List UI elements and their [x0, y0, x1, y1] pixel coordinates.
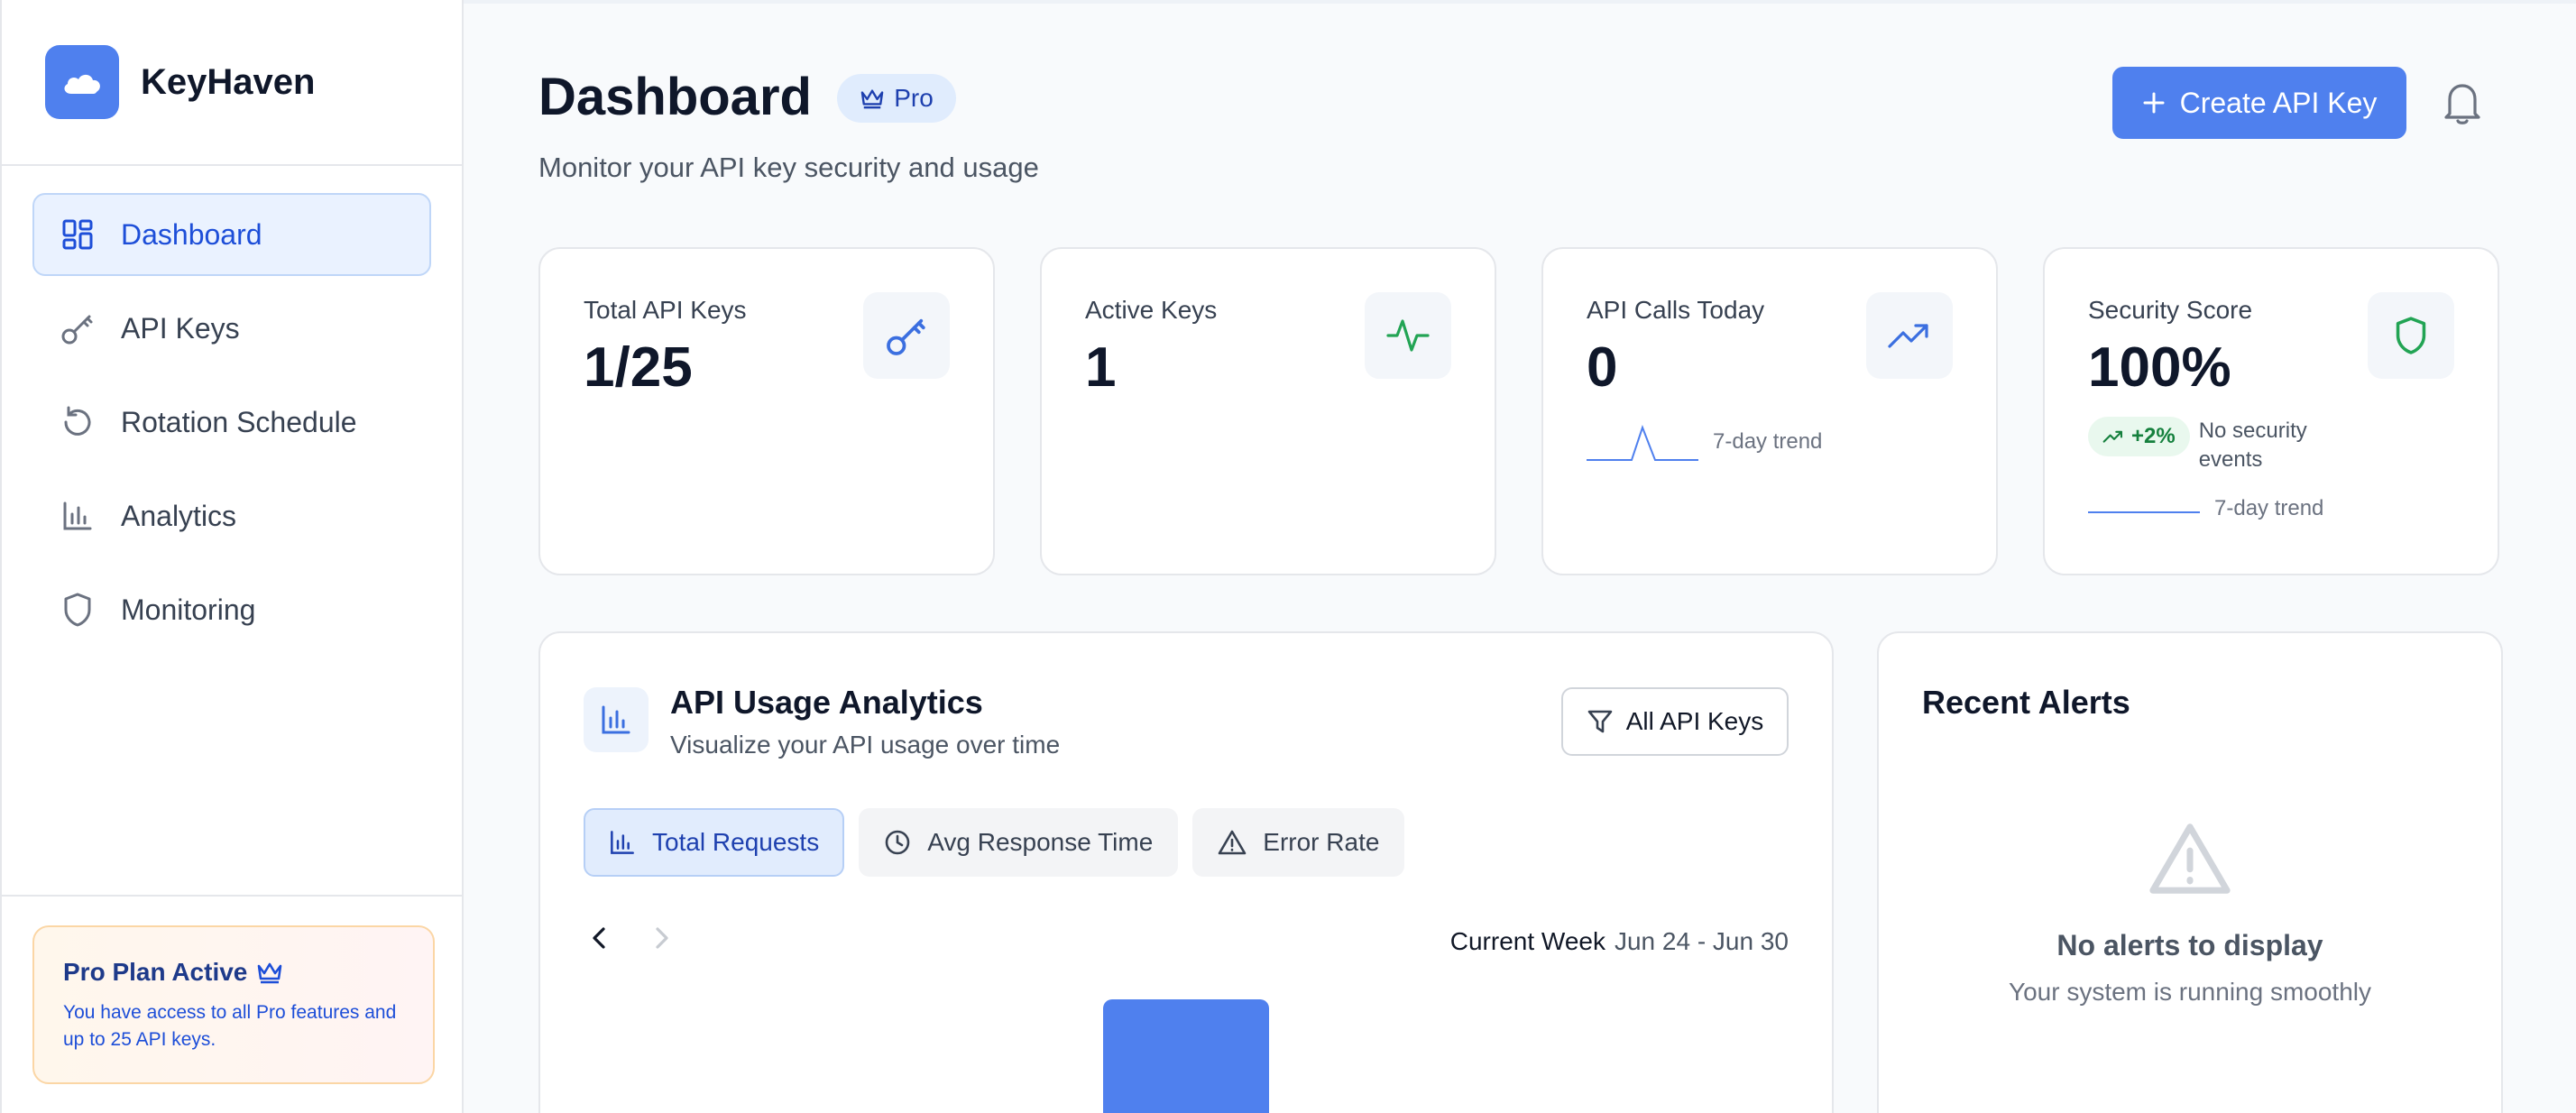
week-label: Current Week Jun 24 - Jun 30: [1450, 927, 1789, 956]
tab-label: Avg Response Time: [927, 828, 1154, 856]
brand: KeyHaven: [2, 0, 462, 166]
sparkline: [2088, 511, 2200, 513]
empty-state-subtitle: Your system is running smoothly: [2008, 978, 2372, 1006]
sidebar-item-analytics[interactable]: Analytics: [32, 474, 431, 557]
pro-plan-title: Pro Plan Active: [63, 958, 404, 987]
panel-subtitle: Visualize your API usage over time: [670, 731, 1061, 759]
filter-icon: [1587, 708, 1614, 735]
pro-plan-title-text: Pro Plan Active: [63, 958, 248, 986]
trend-label: 7-day trend: [2214, 496, 2324, 520]
brand-name: KeyHaven: [141, 61, 316, 102]
week-label-text: Current Week: [1449, 927, 1605, 955]
stat-card-api-calls: API Calls Today 0 7-day trend: [1541, 247, 1998, 575]
sparkline: [1587, 425, 1698, 461]
trend-row: 7-day trend: [2088, 496, 2323, 521]
tab-avg-response-time[interactable]: Avg Response Time: [859, 808, 1179, 877]
pro-plan-card: Pro Plan Active You have access to all P…: [32, 925, 435, 1084]
security-change-row: +2% No security events: [2088, 417, 2370, 474]
activity-icon: [1365, 292, 1451, 379]
week-navigation: [584, 920, 677, 956]
empty-state-title: No alerts to display: [2056, 929, 2323, 961]
metric-tabs: Total Requests Avg Response Time Error R…: [584, 808, 1405, 877]
sidebar-item-api-keys[interactable]: API Keys: [32, 287, 431, 370]
sidebar-item-label: Rotation Schedule: [121, 405, 357, 438]
trend-label: 7-day trend: [1713, 429, 1823, 454]
panel-title: API Usage Analytics: [670, 684, 983, 721]
warning-triangle-icon: [1879, 819, 2501, 898]
stat-card-active-keys: Active Keys 1: [1040, 247, 1496, 575]
chevron-left-icon[interactable]: [584, 920, 614, 956]
create-api-key-button[interactable]: Create API Key: [2112, 67, 2406, 139]
stat-card-total-keys: Total API Keys 1/25: [538, 247, 995, 575]
key-icon: [863, 292, 950, 379]
bar-chart-icon: [611, 831, 634, 854]
page-title: Dashboard: [538, 68, 812, 126]
filter-label: All API Keys: [1625, 707, 1764, 735]
pro-plan-text: You have access to all Pro features and …: [63, 1002, 397, 1050]
cloud-logo-icon: [45, 45, 119, 119]
sidebar-nav: Dashboard API Keys Rotation Schedule Ana…: [2, 166, 462, 689]
sidebar: KeyHaven Dashboard API Keys Rotation Sch…: [0, 0, 464, 1113]
trending-up-icon: [1866, 292, 1953, 379]
plus-icon: [2142, 91, 2166, 115]
bell-icon[interactable]: [2441, 79, 2484, 126]
trending-up-icon: [2102, 430, 2122, 443]
bar-chart-icon: [58, 496, 97, 536]
shield-icon: [58, 590, 97, 630]
panel-title: Recent Alerts: [1922, 684, 2130, 721]
sidebar-item-label: Dashboard: [121, 217, 262, 251]
api-key-filter-button[interactable]: All API Keys: [1561, 687, 1789, 756]
pro-badge: Pro: [837, 74, 956, 123]
recent-alerts-panel: Recent Alerts No alerts to display Your …: [1877, 631, 2503, 1113]
change-value: +2%: [2131, 424, 2176, 448]
warning-triangle-icon: [1218, 830, 1247, 855]
rotate-icon: [58, 402, 97, 442]
change-badge: +2%: [2088, 417, 2190, 456]
trend-row: 7-day trend: [1587, 422, 1822, 462]
sidebar-item-label: Analytics: [121, 499, 237, 532]
sidebar-item-label: Monitoring: [121, 593, 256, 626]
main-content: Dashboard Pro Monitor your API key secur…: [464, 0, 2576, 1113]
shield-icon: [2368, 292, 2454, 379]
sidebar-item-label: API Keys: [121, 311, 240, 345]
tab-error-rate[interactable]: Error Rate: [1192, 808, 1405, 877]
bar-chart-icon: [584, 687, 649, 752]
crown-icon: [860, 87, 885, 109]
sidebar-item-dashboard[interactable]: Dashboard: [32, 193, 431, 276]
key-icon: [58, 308, 97, 348]
chevron-right-icon[interactable]: [647, 920, 677, 956]
sidebar-item-rotation-schedule[interactable]: Rotation Schedule: [32, 381, 431, 464]
tab-total-requests[interactable]: Total Requests: [584, 808, 845, 877]
tab-label: Error Rate: [1263, 828, 1380, 856]
sidebar-footer: Pro Plan Active You have access to all P…: [2, 895, 462, 1113]
page-subtitle: Monitor your API key security and usage: [538, 152, 1039, 183]
week-range: Jun 24 - Jun 30: [1614, 927, 1789, 955]
pro-badge-label: Pro: [894, 84, 934, 112]
sidebar-item-monitoring[interactable]: Monitoring: [32, 568, 431, 651]
create-api-key-label: Create API Key: [2179, 86, 2378, 119]
usage-chart-bar: [1103, 999, 1269, 1113]
api-usage-panel: API Usage Analytics Visualize your API u…: [538, 631, 1834, 1113]
clock-icon: [885, 830, 910, 855]
security-note: No security events: [2198, 419, 2307, 472]
crown-icon: [256, 961, 283, 984]
dashboard-grid-icon: [58, 215, 97, 254]
tab-label: Total Requests: [652, 828, 820, 856]
stat-card-security-score: Security Score 100% +2% No security even…: [2043, 247, 2499, 575]
